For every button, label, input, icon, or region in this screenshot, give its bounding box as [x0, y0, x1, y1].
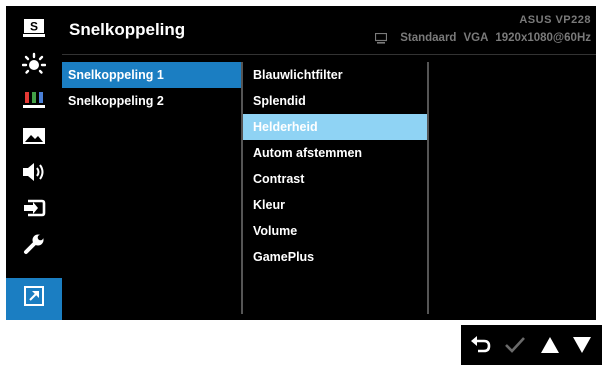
function-list: Blauwlichtfilter Splendid Helderheid Aut…: [243, 62, 428, 270]
sidebar: S: [6, 6, 62, 320]
nav-keys: [461, 325, 602, 365]
sidebar-item-image[interactable]: [6, 118, 62, 154]
back-button[interactable]: [467, 331, 495, 359]
option-helderheid[interactable]: Helderheid: [243, 114, 428, 140]
confirm-button[interactable]: [501, 331, 529, 359]
sidebar-item-splendid[interactable]: S: [6, 10, 62, 46]
svg-text:S: S: [30, 20, 38, 34]
osd-menu: S Snelkoppeling ASUS VP228 Standaard VGA…: [6, 6, 596, 320]
sound-icon: [23, 163, 44, 181]
shortcut-list: Snelkoppeling 1 Snelkoppeling 2: [62, 62, 242, 114]
menu-item-shortcut-1[interactable]: Snelkoppeling 1: [62, 62, 242, 88]
resolution-value: 1920x1080@60Hz: [495, 32, 591, 44]
option-volume[interactable]: Volume: [243, 218, 428, 244]
sidebar-item-input[interactable]: [6, 190, 62, 226]
down-button[interactable]: [568, 331, 596, 359]
up-arrow-icon: [541, 337, 559, 353]
column-divider-2: [427, 62, 429, 314]
splendid-s-icon: S: [23, 19, 45, 37]
brightness-icon: [22, 52, 46, 74]
option-autom-afstemmen[interactable]: Autom afstemmen: [243, 140, 428, 166]
shortcut-arrow-icon: [24, 286, 44, 306]
option-splendid[interactable]: Splendid: [243, 88, 428, 114]
wrench-icon: [24, 234, 44, 254]
color-bars-icon: [23, 92, 45, 108]
sidebar-item-sound[interactable]: [6, 154, 62, 190]
down-arrow-icon: [573, 337, 591, 353]
option-blauwlichtfilter[interactable]: Blauwlichtfilter: [243, 62, 428, 88]
header-divider: [62, 54, 596, 55]
input-value: VGA: [463, 32, 489, 44]
check-icon: [505, 337, 525, 353]
sidebar-item-system[interactable]: [6, 226, 62, 262]
sidebar-item-brightness[interactable]: [6, 46, 62, 82]
up-button[interactable]: [536, 331, 564, 359]
page-title: Snelkoppeling: [69, 20, 186, 39]
option-contrast[interactable]: Contrast: [243, 166, 428, 192]
option-gameplus[interactable]: GamePlus: [243, 244, 428, 270]
sidebar-item-color[interactable]: [6, 82, 62, 118]
sidebar-active-strip: [6, 314, 62, 320]
status-bar: Standaard VGA 1920x1080@60Hz: [375, 32, 591, 44]
input-select-icon: [24, 199, 46, 217]
menu-item-shortcut-2[interactable]: Snelkoppeling 2: [62, 88, 242, 114]
image-icon: [23, 128, 45, 144]
sidebar-item-shortcut[interactable]: [6, 278, 62, 314]
monitor-icon: [375, 32, 388, 44]
option-kleur[interactable]: Kleur: [243, 192, 428, 218]
mode-value: Standaard: [400, 32, 457, 44]
model-name: ASUS VP228: [519, 14, 591, 26]
back-icon: [471, 336, 491, 353]
